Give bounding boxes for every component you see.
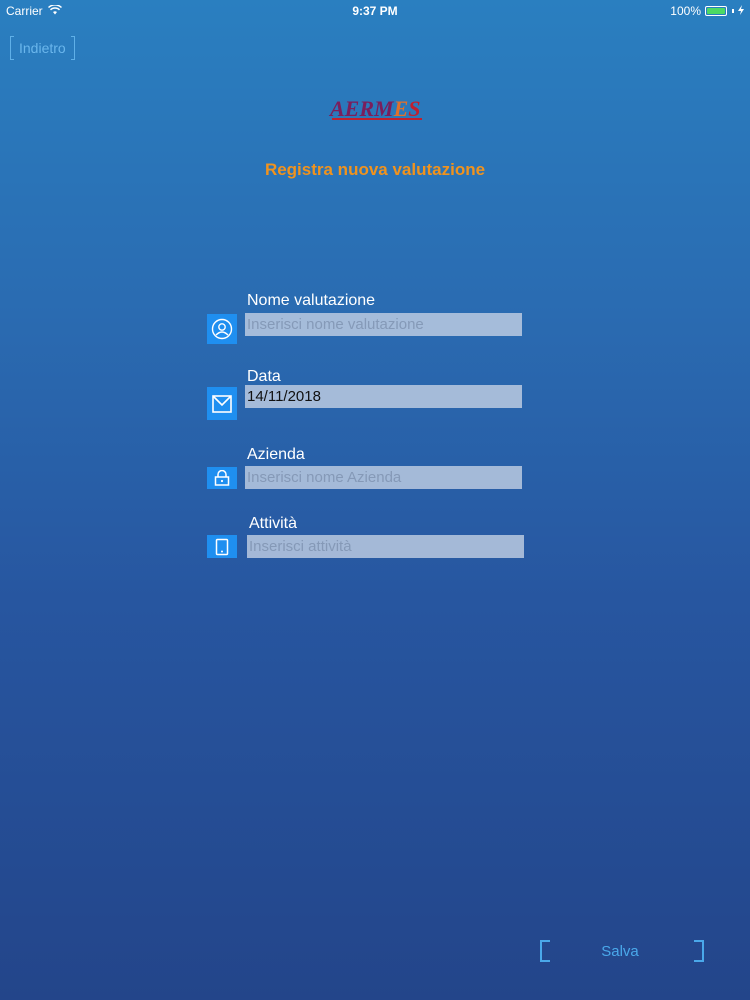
- user-icon: [207, 314, 237, 344]
- save-bracket-right: [694, 940, 704, 962]
- azienda-input[interactable]: [245, 466, 522, 489]
- battery-icon: [705, 6, 727, 16]
- aermes-logo: AERMES: [330, 96, 425, 122]
- field-label-azienda: Azienda: [247, 446, 305, 463]
- back-button[interactable]: Indietro: [10, 36, 75, 60]
- lock-icon: [207, 467, 237, 489]
- status-bar: Carrier 9:37 PM 100%: [0, 0, 750, 22]
- field-label-attivita: Attività: [249, 515, 298, 532]
- status-right: 100%: [670, 4, 744, 18]
- page-title: Registra nuova valutazione: [264, 160, 486, 179]
- save-label: Salva: [601, 943, 639, 960]
- field-label-data: Data: [247, 368, 281, 385]
- status-time: 9:37 PM: [352, 4, 398, 18]
- save-button[interactable]: Salva: [540, 940, 704, 964]
- logo-underline: [332, 118, 422, 120]
- calendar-icon: [207, 387, 237, 420]
- field-label-nome-valutazione: Nome valutazione: [247, 292, 376, 309]
- nome-valutazione-input[interactable]: [245, 313, 522, 336]
- data-input[interactable]: [245, 385, 522, 408]
- battery-tip: [732, 9, 734, 13]
- battery-percent: 100%: [670, 4, 701, 18]
- charging-icon: [738, 4, 744, 18]
- attivita-input[interactable]: [247, 535, 524, 558]
- tablet-icon: [207, 535, 237, 558]
